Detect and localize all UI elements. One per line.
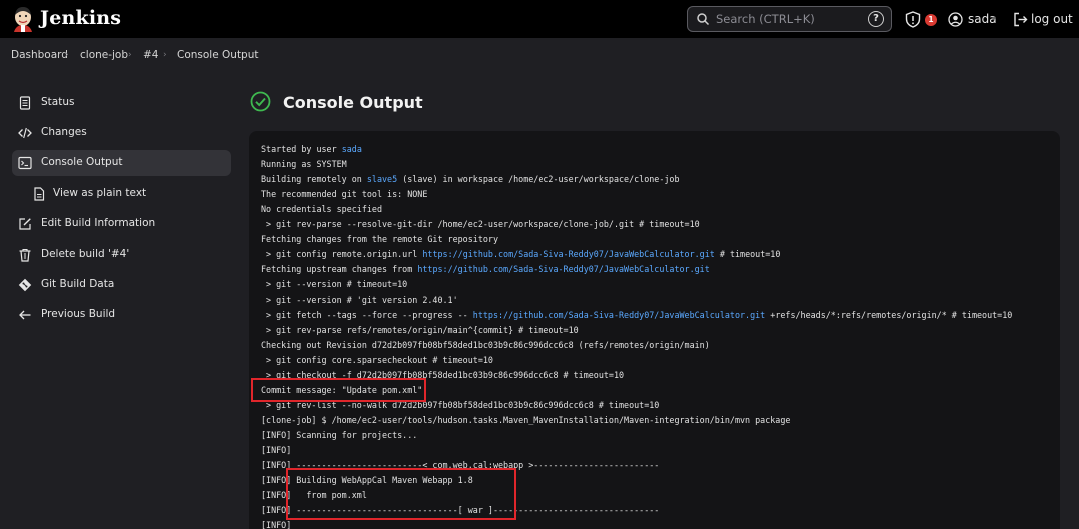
- sidebar-item-previous-build[interactable]: Previous Build: [12, 302, 231, 328]
- file-icon: [34, 187, 45, 201]
- console-line: > git config core.sparsecheckout # timeo…: [261, 355, 493, 366]
- console-line: Fetching changes from the remote Git rep…: [261, 234, 498, 245]
- console-line: > git rev-parse refs/remotes/origin/main…: [261, 325, 579, 336]
- console-text: # timeout=10: [714, 249, 781, 260]
- jenkins-logo-icon[interactable]: [10, 5, 36, 33]
- sidebar-item-plain-text[interactable]: View as plain text: [12, 181, 231, 207]
- console-line: No credentials specified: [261, 204, 382, 215]
- search-box[interactable]: Search (CTRL+K) ?: [687, 6, 892, 32]
- terminal-icon: [18, 156, 32, 170]
- logout-icon[interactable]: [1013, 12, 1028, 27]
- logout-link[interactable]: log out: [1031, 12, 1073, 26]
- security-shield-icon[interactable]: [905, 11, 921, 28]
- console-line: > git config remote.origin.url https://g…: [261, 249, 780, 260]
- breadcrumb: Dashboard › clone-job › #4 › Console Out…: [0, 38, 1079, 71]
- console-text: Building remotely on: [261, 174, 367, 185]
- page-title: Console Output: [283, 93, 423, 112]
- sidebar-item-label: Changes: [41, 126, 87, 138]
- console-line: > git --version # timeout=10: [261, 279, 407, 290]
- console-text: +refs/heads/*:refs/remotes/origin/* # ti…: [765, 309, 1013, 320]
- console-line: Fetching upstream changes from https://g…: [261, 264, 710, 275]
- sidebar-item-label: Edit Build Information: [41, 217, 156, 229]
- highlight-build-info: [286, 468, 516, 520]
- console-text: > git rev-parse refs/remotes/origin/main…: [261, 324, 579, 335]
- console-line: [INFO] Scanning for projects...: [261, 430, 417, 441]
- console-text: > git config core.sparsecheckout # timeo…: [261, 354, 493, 365]
- console-link[interactable]: https://github.com/Sada-Siva-Reddy07/Jav…: [473, 310, 765, 320]
- console-link[interactable]: https://github.com/Sada-Siva-Reddy07/Jav…: [417, 264, 709, 274]
- console-text: > git --version # 'git version 2.40.1': [261, 294, 458, 305]
- console-line: Running as SYSTEM: [261, 159, 347, 170]
- breadcrumb-build[interactable]: #4: [143, 49, 158, 61]
- console-line: > git rev-parse --resolve-git-dir /home/…: [261, 219, 700, 230]
- console-text: Started by user: [261, 144, 342, 154]
- document-icon: [19, 96, 31, 110]
- code-icon: [18, 127, 32, 139]
- console-line: > git fetch --tags --force --progress --…: [261, 310, 1012, 321]
- sidebar-item-edit-build-info[interactable]: Edit Build Information: [12, 211, 231, 237]
- chevron-right-icon: ›: [65, 50, 69, 60]
- sidebar-item-delete-build[interactable]: Delete build '#4': [12, 242, 231, 268]
- sidebar-item-label: Delete build '#4': [41, 248, 130, 260]
- breadcrumb-dashboard[interactable]: Dashboard: [11, 49, 68, 61]
- breadcrumb-job[interactable]: clone-job: [80, 49, 128, 61]
- chevron-right-icon: ›: [128, 50, 132, 60]
- sidebar-item-label: Git Build Data: [41, 278, 115, 290]
- chevron-down-icon[interactable]: ▾: [992, 14, 996, 23]
- console-link[interactable]: https://github.com/Sada-Siva-Reddy07/Jav…: [422, 249, 714, 259]
- console-line: Building remotely on slave5 (slave) in w…: [261, 174, 680, 185]
- console-line: [INFO]: [261, 445, 291, 456]
- console-link[interactable]: slave5: [367, 174, 397, 184]
- console-text: [INFO] Scanning for projects...: [261, 429, 418, 440]
- console-text: The recommended git tool is: NONE: [261, 189, 428, 200]
- console-line: > git --version # 'git version 2.40.1': [261, 295, 458, 306]
- breadcrumb-current[interactable]: Console Output: [177, 49, 259, 61]
- console-text: [clone-job] $ /home/ec2-user/tools/hudso…: [261, 414, 791, 425]
- sidebar-item-label: Previous Build: [41, 308, 116, 320]
- sidebar-item-label: Status: [41, 96, 75, 108]
- sidebar-item-console-output[interactable]: Console Output: [12, 150, 231, 176]
- console-text: Fetching upstream changes from: [261, 264, 418, 275]
- highlight-commit-message: [251, 378, 426, 402]
- console-line: Started by user sada: [261, 144, 362, 155]
- top-bar: Jenkins Search (CTRL+K) ? 1 sada ▾ log o…: [0, 0, 1079, 38]
- console-link[interactable]: sada: [342, 144, 362, 154]
- arrow-left-icon: [19, 310, 31, 320]
- console-text: No credentials specified: [261, 204, 383, 215]
- sidebar-item-git-build-data[interactable]: Git Build Data: [12, 272, 231, 298]
- console-text: [INFO]: [261, 445, 292, 455]
- brand-title[interactable]: Jenkins: [40, 7, 121, 29]
- user-icon[interactable]: [948, 12, 963, 27]
- console-text: > git config remote.origin.url: [261, 249, 423, 260]
- console-text: > git fetch --tags --force --progress --: [261, 309, 473, 320]
- edit-icon: [19, 218, 31, 230]
- help-icon[interactable]: ?: [868, 11, 884, 27]
- search-icon: [697, 13, 710, 26]
- console-text: > git --version # timeout=10: [261, 279, 408, 290]
- git-icon: [18, 278, 32, 292]
- success-check-icon: [250, 91, 271, 112]
- console-text: (slave) in workspace /home/ec2-user/work…: [397, 174, 680, 185]
- trash-icon: [19, 248, 31, 262]
- console-line: Checking out Revision d72d2b097fb08bf58d…: [261, 340, 710, 351]
- sidebar-item-status[interactable]: Status: [12, 90, 231, 116]
- console-line: [INFO]: [261, 520, 291, 529]
- notification-badge[interactable]: 1: [925, 14, 937, 26]
- search-placeholder[interactable]: Search (CTRL+K): [716, 12, 815, 26]
- sidebar-item-label: View as plain text: [53, 187, 147, 199]
- console-text: > git rev-parse --resolve-git-dir /home/…: [261, 219, 700, 230]
- console-line: [clone-job] $ /home/ec2-user/tools/hudso…: [261, 415, 790, 426]
- console-text: [INFO]: [261, 520, 292, 529]
- console-text: Fetching changes from the remote Git rep…: [261, 234, 498, 245]
- console-line: The recommended git tool is: NONE: [261, 189, 427, 200]
- chevron-right-icon: ›: [163, 50, 167, 60]
- sidebar-item-label: Console Output: [41, 156, 123, 168]
- console-text: Checking out Revision d72d2b097fb08bf58d…: [261, 339, 710, 350]
- sidebar-item-changes[interactable]: Changes: [12, 120, 231, 146]
- console-text: Running as SYSTEM: [261, 159, 347, 170]
